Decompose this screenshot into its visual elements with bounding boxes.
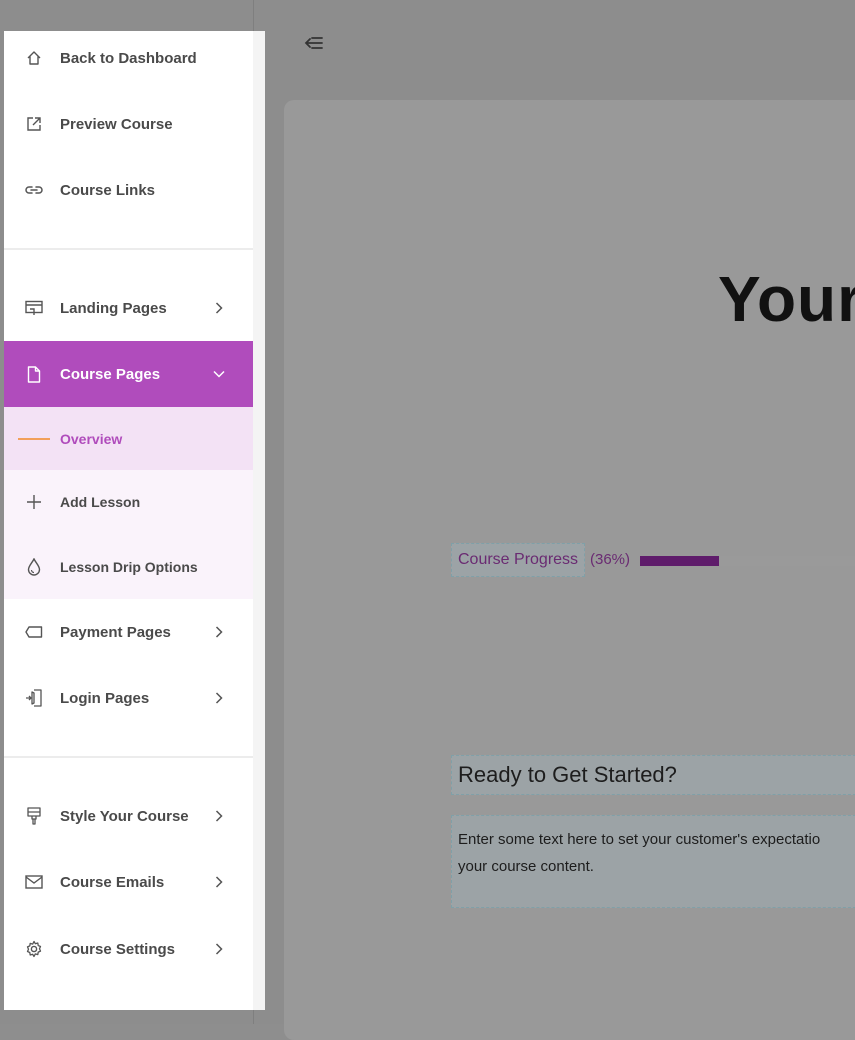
sidebar-item-back-to-dashboard[interactable]: Back to Dashboard [4, 25, 253, 91]
ready-heading-box[interactable]: Ready to Get Started? [451, 755, 855, 795]
chevron-right-icon [212, 875, 226, 889]
sidebar-subitem-label: Overview [60, 430, 123, 447]
sidebar-subitem-add-lesson[interactable]: Add Lesson [4, 470, 253, 534]
sidebar-subitem-label: Add Lesson [60, 494, 141, 510]
description-line-2: your course content. [458, 858, 594, 875]
sidebar-edge [253, 31, 265, 1010]
sidebar-item-label: Preview Course [60, 115, 173, 133]
login-icon [24, 688, 44, 708]
sidebar-item-label: Course Settings [60, 940, 176, 958]
progress-bar-fill [640, 556, 720, 566]
home-icon [24, 48, 44, 68]
sidebar: Back to Dashboard Preview Course Course … [4, 31, 253, 1010]
sidebar-subitem-lesson-drip-options[interactable]: Lesson Drip Options [4, 534, 253, 599]
link-icon [24, 180, 44, 200]
chevron-right-icon [212, 301, 226, 315]
current-page-indicator [18, 438, 50, 440]
sidebar-item-label: Course Links [60, 181, 156, 199]
sidebar-item-label: Landing Pages [60, 299, 167, 317]
sidebar-subitem-label: Lesson Drip Options [60, 558, 198, 575]
plus-icon [24, 492, 44, 512]
sidebar-item-course-settings[interactable]: Course Settings [4, 916, 253, 982]
external-link-icon [24, 114, 44, 134]
sidebar-item-course-links[interactable]: Course Links [4, 157, 253, 223]
chevron-right-icon [212, 625, 226, 639]
progress-label-box[interactable]: Course Progress [451, 543, 586, 577]
sidebar-item-payment-pages[interactable]: Payment Pages [4, 599, 253, 665]
ready-heading: Ready to Get Started? [458, 762, 677, 787]
gear-icon [24, 939, 44, 959]
sidebar-item-landing-pages[interactable]: Landing Pages [4, 275, 253, 341]
collapse-sidebar-icon[interactable] [304, 36, 328, 58]
sidebar-divider [4, 248, 253, 250]
sidebar-item-login-pages[interactable]: Login Pages [4, 665, 253, 731]
sidebar-item-label: Payment Pages [60, 623, 171, 641]
hero-title: Your [718, 263, 855, 335]
sidebar-item-label: Login Pages [60, 689, 150, 707]
sidebar-subitem-overview[interactable]: Overview [4, 407, 253, 470]
sidebar-item-style-your-course[interactable]: Style Your Course [4, 783, 253, 849]
description-line-1: Enter some text here to set your custome… [458, 831, 821, 848]
sidebar-item-label: Back to Dashboard [60, 49, 197, 67]
file-icon [24, 364, 44, 384]
brush-icon [24, 806, 44, 826]
chevron-right-icon [212, 809, 226, 823]
sidebar-item-label: Course Emails [60, 873, 165, 891]
sidebar-item-course-emails[interactable]: Course Emails [4, 849, 253, 915]
sidebar-divider [4, 756, 253, 758]
sidebar-item-course-pages[interactable]: Course Pages [4, 341, 253, 407]
sidebar-item-preview-course[interactable]: Preview Course [4, 91, 253, 157]
landing-page-icon [24, 298, 44, 318]
chevron-down-icon [212, 367, 226, 381]
progress-percent: (36%) [590, 551, 631, 568]
sidebar-item-label: Course Pages [60, 365, 161, 383]
sidebar-item-label: Style Your Course [60, 807, 189, 825]
description-box[interactable]: Enter some text here to set your custome… [451, 815, 855, 908]
description-text: Enter some text here to set your custome… [458, 826, 855, 880]
mail-icon [24, 872, 44, 892]
drop-icon [24, 557, 44, 577]
progress-bar [640, 556, 855, 566]
chevron-right-icon [212, 691, 226, 705]
chevron-right-icon [212, 942, 226, 956]
progress-label: Course Progress [458, 551, 579, 568]
tag-icon [24, 622, 44, 642]
